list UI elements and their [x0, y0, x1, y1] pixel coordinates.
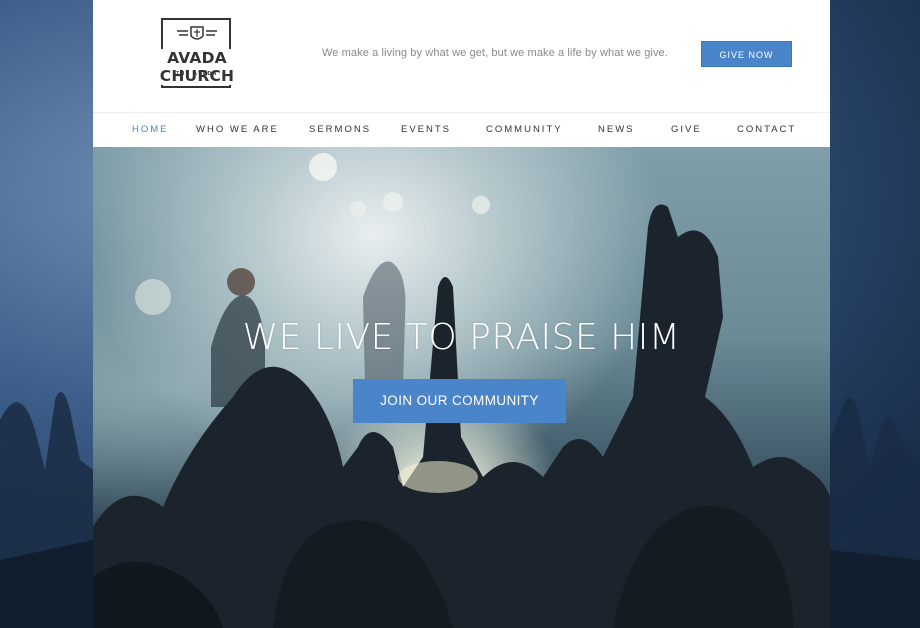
main-navigation: HOME WHO WE ARE SERMONS EVENTS COMMUNITY… — [93, 112, 830, 147]
join-community-button[interactable]: JOIN OUR COMMUNITY — [353, 379, 566, 423]
logo-subtitle: THE AVADA — [176, 71, 218, 77]
hero-title: WE LIVE TO PRAISE HIM — [242, 317, 681, 358]
nav-item-news[interactable]: NEWS — [598, 113, 635, 148]
site-header: AVADA CHURCH THE AVADA We make a living … — [93, 0, 830, 112]
site-page: AVADA CHURCH THE AVADA We make a living … — [93, 0, 830, 628]
church-emblem-icon — [177, 26, 217, 40]
logo-title: AVADA CHURCH — [131, 49, 263, 85]
site-logo[interactable]: AVADA CHURCH THE AVADA — [131, 18, 263, 90]
nav-item-events[interactable]: EVENTS — [401, 113, 451, 148]
header-tagline: We make a living by what we get, but we … — [322, 47, 668, 59]
nav-item-contact[interactable]: CONTACT — [737, 113, 796, 148]
nav-item-community[interactable]: COMMUNITY — [486, 113, 563, 148]
nav-item-who-we-are[interactable]: WHO WE ARE — [196, 113, 279, 148]
nav-item-give[interactable]: GIVE — [671, 113, 702, 148]
nav-item-home[interactable]: HOME — [132, 113, 169, 148]
give-now-button[interactable]: GIVE NOW — [701, 41, 792, 67]
nav-item-sermons[interactable]: SERMONS — [309, 113, 371, 148]
hero-banner: WE LIVE TO PRAISE HIM JOIN OUR COMMUNITY — [93, 147, 830, 628]
